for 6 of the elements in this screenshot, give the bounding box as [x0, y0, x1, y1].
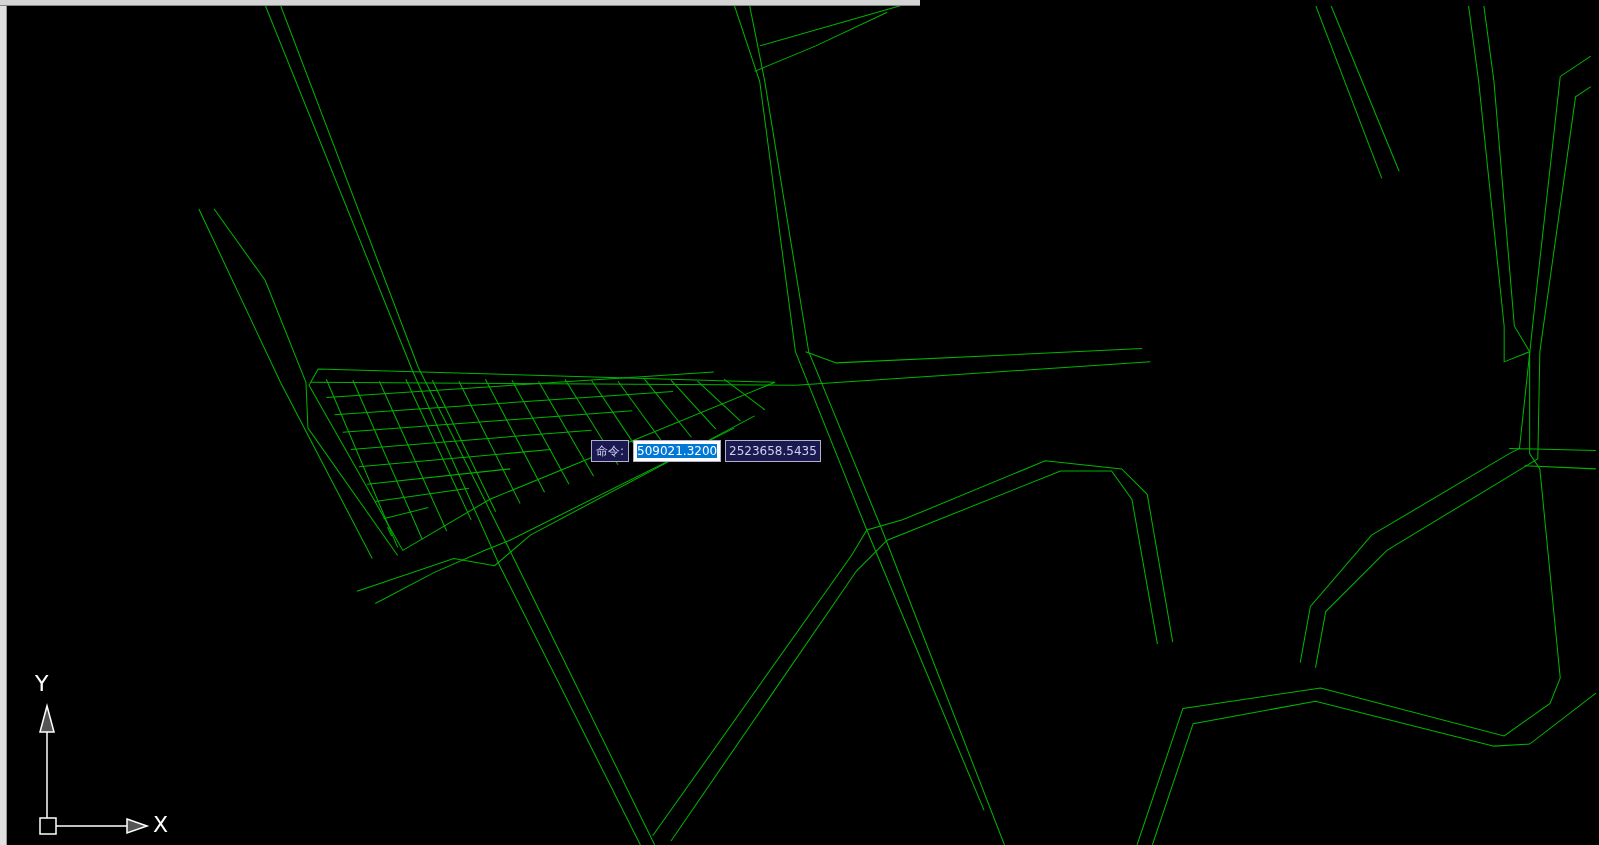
input-field[interactable]: 509021.3200 [633, 440, 722, 462]
command-prompt: 命令: [591, 440, 630, 462]
ucs-axes-icon [39, 703, 150, 835]
axis-label: Y [35, 673, 49, 695]
input-field[interactable]: 2523658.5435 [725, 440, 821, 462]
axis-label: X [153, 814, 169, 836]
